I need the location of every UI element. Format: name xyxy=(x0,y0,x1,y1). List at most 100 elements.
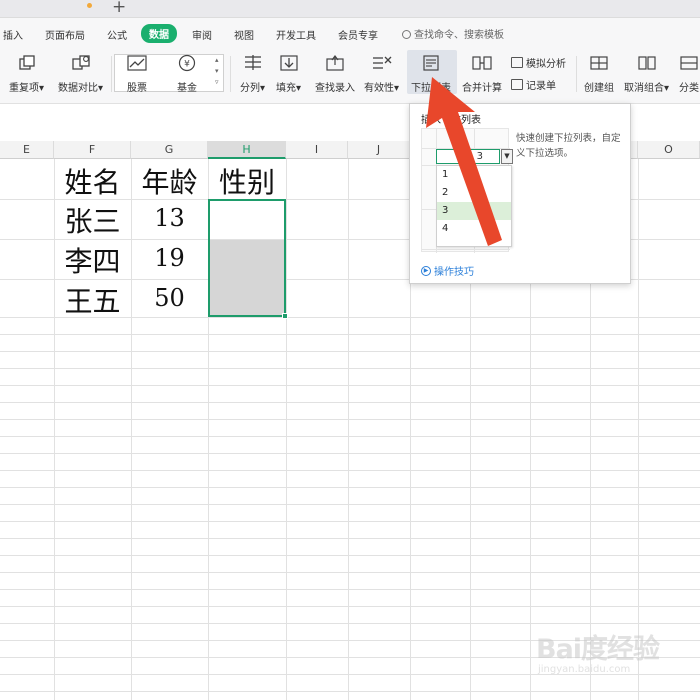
validity-label: 有效性 xyxy=(364,83,394,94)
unsaved-dot-icon xyxy=(87,3,92,8)
preview-option: 2 xyxy=(442,187,449,198)
grid-line xyxy=(0,538,700,539)
operation-tips-label: 操作技巧 xyxy=(434,267,474,278)
menu-formula[interactable]: 公式 xyxy=(107,27,127,42)
ungroup-button[interactable]: 取消组合▾ xyxy=(624,54,669,94)
cell-name-row1[interactable]: 张三 xyxy=(54,200,131,240)
preview-option-selected: 3 xyxy=(437,202,511,220)
preview-dropdown-value: 3 xyxy=(436,149,500,164)
lookup-entry-label: 查找录入 xyxy=(315,83,355,94)
grid-line xyxy=(0,334,700,335)
menu-member[interactable]: 会员专享 xyxy=(338,27,378,42)
ribbon-separator xyxy=(230,56,231,92)
ungroup-icon xyxy=(636,54,658,72)
menu-data[interactable]: 数据 xyxy=(141,24,177,43)
fill-dropdown-marker: ▾ xyxy=(296,83,302,94)
data-compare-button[interactable]: 数据对比▾ xyxy=(58,54,103,94)
fill-button[interactable]: 填充▾ xyxy=(276,54,301,94)
grid-line xyxy=(0,351,700,352)
stock-button[interactable]: 股票 xyxy=(126,54,148,94)
record-sheet-label: 记录单 xyxy=(526,81,556,92)
subtotal-label: 分类 xyxy=(679,83,699,94)
search-icon xyxy=(402,30,411,39)
dropdown-list-icon xyxy=(420,54,442,72)
watermark-logo: Bai度经验 xyxy=(536,634,660,665)
tab-strip: + xyxy=(0,0,700,18)
menu-dev-tools[interactable]: 开发工具 xyxy=(276,27,316,42)
grid-line xyxy=(0,368,700,369)
grid-line xyxy=(0,555,700,556)
subtotal-button[interactable]: 分类 xyxy=(678,54,700,94)
new-tab-plus-icon[interactable]: + xyxy=(112,0,126,17)
column-header-h[interactable]: H xyxy=(208,141,286,159)
menu-insert[interactable]: 插入 xyxy=(3,27,23,42)
stock-chart-icon xyxy=(126,54,148,72)
dropdown-list-label: 下拉列表 xyxy=(411,83,451,94)
cell-age-row2[interactable]: 19 xyxy=(131,244,208,272)
svg-text:¥: ¥ xyxy=(184,60,190,70)
menu-review[interactable]: 审阅 xyxy=(192,27,212,42)
cell-name-row2[interactable]: 李四 xyxy=(54,240,131,280)
validity-icon xyxy=(371,54,393,72)
duplicates-icon xyxy=(16,54,38,72)
create-group-button[interactable]: 创建组 xyxy=(584,54,614,94)
operation-tips-link[interactable]: ▶ 操作技巧 xyxy=(421,263,474,278)
ungroup-dropdown-marker: ▾ xyxy=(664,83,670,94)
grid-line xyxy=(0,572,700,573)
ungroup-label: 取消组合 xyxy=(624,83,664,94)
simulate-analysis-button[interactable]: 模拟分析 xyxy=(511,55,566,70)
split-column-button[interactable]: 分列▾ xyxy=(240,54,265,94)
cell-age-row3[interactable]: 50 xyxy=(131,284,208,312)
split-column-dropdown-marker: ▾ xyxy=(260,83,266,94)
gallery-scroll-arrows[interactable]: ▴ ▾ ▿ xyxy=(215,55,219,88)
dropdown-list-tooltip: 插入下拉列表 3 ▼ 1 2 3 4 快速创建下拉列表，自定义下拉选项。 ▶ 操… xyxy=(409,103,631,284)
preview-option: 1 xyxy=(442,169,449,180)
grid-line xyxy=(0,453,700,454)
cell-age-row1[interactable]: 13 xyxy=(131,204,208,232)
grid-line xyxy=(0,623,700,624)
menu-view[interactable]: 视图 xyxy=(234,27,254,42)
command-search-placeholder: 查找命令、搜索模板 xyxy=(414,30,504,41)
split-column-icon xyxy=(242,54,264,72)
grid-line xyxy=(286,159,287,700)
dropdown-list-button[interactable]: 下拉列表 xyxy=(411,54,451,94)
grid-line xyxy=(0,521,700,522)
cell-header-name[interactable]: 姓名 xyxy=(54,161,131,201)
cell-header-gender[interactable]: 性别 xyxy=(208,161,286,201)
command-search[interactable]: 查找命令、搜索模板 xyxy=(402,26,504,41)
grid-line xyxy=(0,691,700,692)
record-sheet-button[interactable]: 记录单 xyxy=(511,77,556,92)
stock-label: 股票 xyxy=(127,83,147,94)
menu-page-layout[interactable]: 页面布局 xyxy=(45,27,85,42)
duplicates-button[interactable]: 重复项▾ xyxy=(9,54,44,94)
lookup-entry-button[interactable]: 查找录入 xyxy=(315,54,355,94)
fund-button[interactable]: ¥ 基金 xyxy=(176,54,198,94)
grid-line xyxy=(0,385,700,386)
column-header-o[interactable]: O xyxy=(638,141,700,159)
simulate-analysis-label: 模拟分析 xyxy=(526,59,566,70)
column-header-j[interactable]: J xyxy=(348,141,410,159)
column-header-f[interactable]: F xyxy=(54,141,131,159)
validity-button[interactable]: 有效性▾ xyxy=(364,54,399,94)
merge-calc-button[interactable]: 合并计算 xyxy=(462,54,502,94)
grid-line xyxy=(131,159,132,700)
gender-cell-selection[interactable] xyxy=(208,199,288,319)
lookup-entry-icon xyxy=(324,54,346,72)
cell-header-age[interactable]: 年龄 xyxy=(131,161,208,201)
column-header-e[interactable]: E xyxy=(0,141,54,159)
data-compare-dropdown-marker: ▾ xyxy=(98,83,104,94)
grid-line xyxy=(0,487,700,488)
tooltip-title: 插入下拉列表 xyxy=(421,115,481,126)
record-sheet-icon xyxy=(511,79,523,90)
grid-line xyxy=(638,159,639,700)
preview-option: 4 xyxy=(442,223,449,234)
create-group-label: 创建组 xyxy=(584,83,614,94)
column-header-g[interactable]: G xyxy=(131,141,208,159)
grid-line xyxy=(0,419,700,420)
fill-handle[interactable] xyxy=(282,313,288,319)
fill-label: 填充 xyxy=(276,83,296,94)
duplicates-dropdown-marker: ▾ xyxy=(39,83,45,94)
grid-line xyxy=(348,159,349,700)
cell-name-row3[interactable]: 王五 xyxy=(54,280,131,320)
column-header-i[interactable]: I xyxy=(286,141,348,159)
